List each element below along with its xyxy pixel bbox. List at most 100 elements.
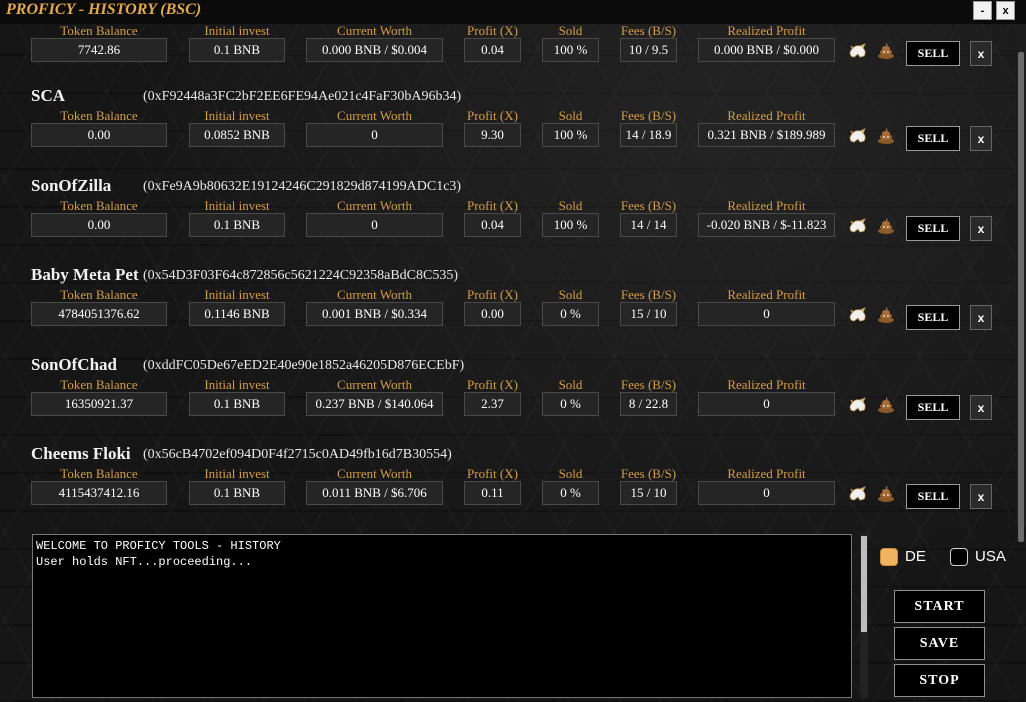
label-token-balance: Token Balance xyxy=(60,198,138,213)
start-button[interactable]: START xyxy=(894,590,985,623)
label-token-balance: Token Balance xyxy=(60,466,138,481)
sold-field: 0 % xyxy=(542,481,599,505)
initial-invest-field: 0.1 BNB xyxy=(189,392,285,416)
realized-profit-field: 0.321 BNB / $189.989 xyxy=(698,123,835,147)
label-initial-invest: Initial invest xyxy=(204,108,270,123)
label-current-worth: Current Worth xyxy=(337,377,412,392)
scrollbar-thumb[interactable] xyxy=(1018,52,1024,542)
remove-button[interactable]: x xyxy=(970,395,992,420)
token-balance-field: 7742.86 xyxy=(31,38,167,62)
fees-field: 14 / 14 xyxy=(620,213,677,237)
poo-icon[interactable] xyxy=(877,395,895,413)
log-line: User holds NFT...proceeding... xyxy=(36,555,253,569)
profit-field: 0.00 xyxy=(464,302,521,326)
log-console[interactable]: WELCOME TO PROFICY TOOLS - HISTORY User … xyxy=(32,534,852,698)
log-scrollbar[interactable] xyxy=(860,534,868,698)
initial-invest-field: 0.1 BNB xyxy=(189,481,285,505)
label-realized-profit: Realized Profit xyxy=(727,108,806,123)
token-name: Cheems Floki xyxy=(31,444,131,463)
label-realized-profit: Realized Profit xyxy=(727,377,806,392)
bull-icon[interactable] xyxy=(848,128,868,144)
token-entry: Baby Meta Pet (0x54D3F03F64c872856c56212… xyxy=(0,265,1016,355)
title-bar: PROFICY - HISTORY (BSC) - x xyxy=(0,0,1026,24)
label-realized-profit: Realized Profit xyxy=(727,287,806,302)
sold-field: 100 % xyxy=(542,213,599,237)
label-current-worth: Current Worth xyxy=(337,466,412,481)
label-fees: Fees (B/S) xyxy=(620,466,677,481)
token-list: Token Balance Initial invest Current Wor… xyxy=(0,0,1016,525)
remove-button[interactable]: x xyxy=(970,305,992,330)
sold-field: 100 % xyxy=(542,123,599,147)
sell-button[interactable]: SELL xyxy=(906,305,960,330)
currency-de-radio[interactable] xyxy=(880,548,898,566)
log-scrollbar-thumb[interactable] xyxy=(861,536,867,632)
label-current-worth: Current Worth xyxy=(337,287,412,302)
poo-icon[interactable] xyxy=(877,41,895,59)
label-initial-invest: Initial invest xyxy=(204,287,270,302)
poo-icon[interactable] xyxy=(877,216,895,234)
label-fees: Fees (B/S) xyxy=(620,198,677,213)
sell-button[interactable]: SELL xyxy=(906,395,960,420)
currency-usa-radio[interactable] xyxy=(950,548,968,566)
sell-button[interactable]: SELL xyxy=(906,484,960,509)
currency-usa-label: USA xyxy=(975,548,1006,565)
bull-icon[interactable] xyxy=(848,397,868,413)
label-token-balance: Token Balance xyxy=(60,23,138,38)
realized-profit-field: 0.000 BNB / $0.000 xyxy=(698,38,835,62)
poo-icon[interactable] xyxy=(877,126,895,144)
profit-field: 0.04 xyxy=(464,213,521,237)
fees-field: 14 / 18.9 xyxy=(620,123,677,147)
label-realized-profit: Realized Profit xyxy=(727,466,806,481)
remove-button[interactable]: x xyxy=(970,216,992,241)
label-sold: Sold xyxy=(558,23,583,38)
current-worth-field: 0.011 BNB / $6.706 xyxy=(306,481,443,505)
bull-icon[interactable] xyxy=(848,218,868,234)
token-name: SonOfChad xyxy=(31,355,117,374)
fees-field: 15 / 10 xyxy=(620,481,677,505)
label-fees: Fees (B/S) xyxy=(620,287,677,302)
current-worth-field: 0 xyxy=(306,213,443,237)
sold-field: 0 % xyxy=(542,302,599,326)
label-fees: Fees (B/S) xyxy=(620,23,677,38)
profit-field: 9.30 xyxy=(464,123,521,147)
remove-button[interactable]: x xyxy=(970,126,992,151)
token-address: (0x56cB4702ef094D0F4f2715c0AD49fb16d7B30… xyxy=(143,447,452,462)
close-button[interactable]: x xyxy=(996,1,1015,20)
realized-profit-field: -0.020 BNB / $-11.823 xyxy=(698,213,835,237)
bull-icon[interactable] xyxy=(848,486,868,502)
sell-button[interactable]: SELL xyxy=(906,41,960,66)
fees-field: 8 / 22.8 xyxy=(620,392,677,416)
currency-de-label: DE xyxy=(905,548,926,565)
sell-button[interactable]: SELL xyxy=(906,126,960,151)
poo-icon[interactable] xyxy=(877,305,895,323)
token-list-scrollbar[interactable] xyxy=(1016,24,1026,542)
sold-field: 0 % xyxy=(542,392,599,416)
label-fees: Fees (B/S) xyxy=(620,377,677,392)
realized-profit-field: 0 xyxy=(698,392,835,416)
label-sold: Sold xyxy=(558,287,583,302)
remove-button[interactable]: x xyxy=(970,484,992,509)
bull-icon[interactable] xyxy=(848,43,868,59)
window-title: PROFICY - HISTORY (BSC) xyxy=(6,1,202,18)
poo-icon[interactable] xyxy=(877,484,895,502)
minimize-button[interactable]: - xyxy=(973,1,992,20)
label-sold: Sold xyxy=(558,108,583,123)
label-fees: Fees (B/S) xyxy=(620,108,677,123)
current-worth-field: 0.237 BNB / $140.064 xyxy=(306,392,443,416)
label-profit: Profit (X) xyxy=(467,466,518,481)
bull-icon[interactable] xyxy=(848,307,868,323)
sell-button[interactable]: SELL xyxy=(906,216,960,241)
remove-button[interactable]: x xyxy=(970,41,992,66)
profit-field: 0.04 xyxy=(464,38,521,62)
sold-field: 100 % xyxy=(542,38,599,62)
label-sold: Sold xyxy=(558,466,583,481)
token-address: (0xFe9A9b80632E19124246C291829d874199ADC… xyxy=(143,179,462,194)
label-current-worth: Current Worth xyxy=(337,23,412,38)
token-balance-field: 4115437412.16 xyxy=(31,481,167,505)
token-address: (0xF92448a3FC2bF2EE6FE94Ae021c4FaF30bA96… xyxy=(143,89,462,104)
save-button[interactable]: SAVE xyxy=(894,627,985,660)
label-current-worth: Current Worth xyxy=(337,108,412,123)
label-profit: Profit (X) xyxy=(467,108,518,123)
token-balance-field: 0.00 xyxy=(31,123,167,147)
stop-button[interactable]: STOP xyxy=(894,664,985,697)
